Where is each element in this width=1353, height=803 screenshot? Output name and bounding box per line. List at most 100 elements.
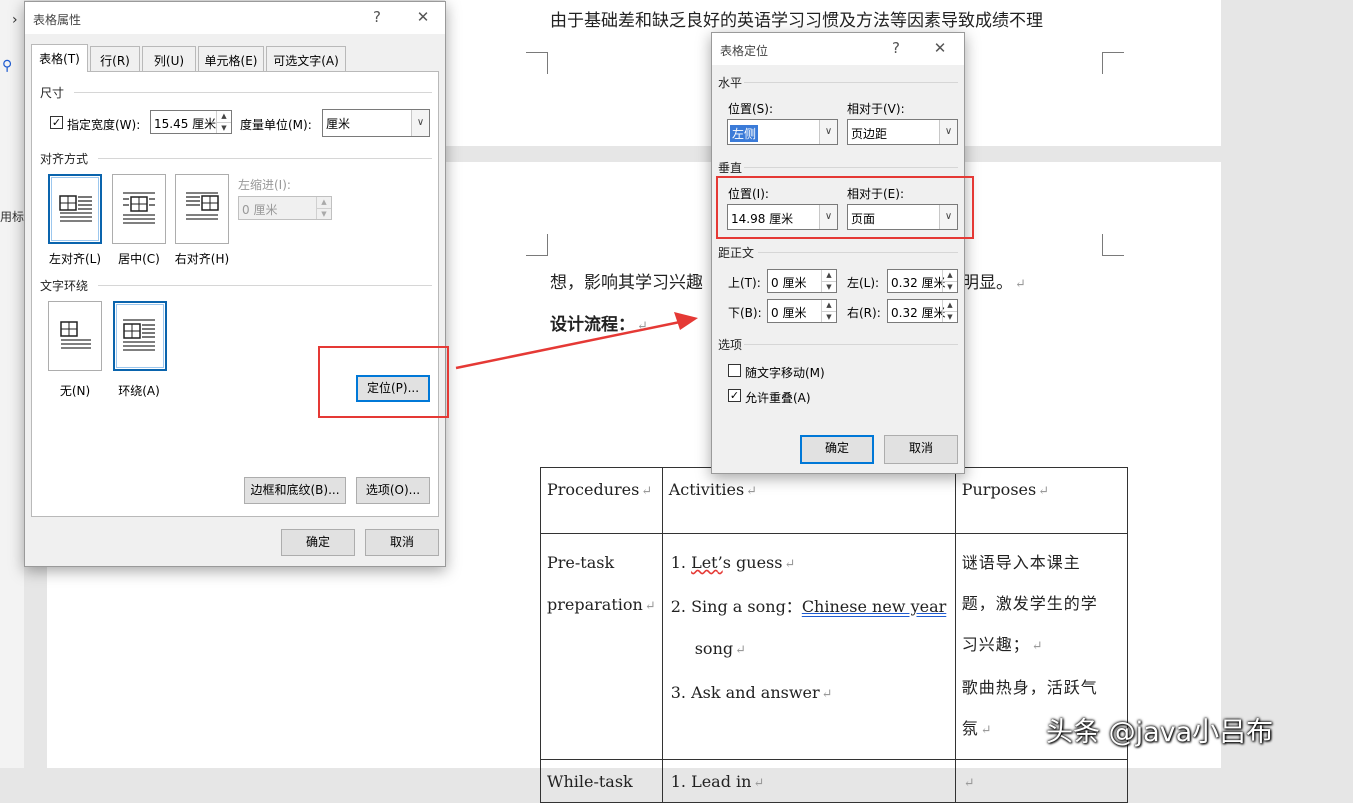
align-left-label: 左对齐(L) — [48, 252, 102, 266]
dialog-title-bar[interactable]: 表格定位 ? ✕ — [712, 33, 964, 65]
align-center-option[interactable] — [112, 174, 166, 244]
crop-mark — [1102, 234, 1124, 256]
size-section-label: 尺寸 — [40, 86, 65, 100]
vertical-section-label: 垂直 — [718, 161, 743, 175]
measure-select[interactable]: 厘米 ∨ — [322, 109, 430, 137]
allow-overlap-label[interactable]: 允许重叠(A) — [745, 389, 811, 406]
bottom-distance-spinner[interactable]: 0 厘米 ▲ ▼ — [767, 299, 837, 323]
dialog-title-bar[interactable]: 表格属性 ? ✕ — [25, 2, 445, 34]
wrap-around-label: 环绕(A) — [118, 384, 160, 398]
close-icon[interactable]: ✕ — [413, 8, 433, 26]
divider — [744, 344, 958, 345]
divider — [758, 252, 958, 253]
ok-button[interactable]: 确定 — [800, 435, 874, 464]
align-left-option[interactable] — [48, 174, 102, 244]
divider — [744, 167, 958, 168]
tab-strip: 表格(T) 行(R) 列(U) 单元格(E) 可选文字(A) — [31, 44, 441, 74]
chevron-down-icon[interactable]: ∨ — [819, 120, 837, 144]
cancel-button[interactable]: 取消 — [365, 529, 439, 556]
bottom-distance-label: 下(B): — [728, 306, 762, 320]
close-icon[interactable]: ✕ — [930, 39, 950, 57]
borders-and-shading-button[interactable]: 边框和底纹(B)... — [244, 477, 346, 504]
table-cell: ↵ — [954, 759, 1128, 803]
allow-overlap-checkbox[interactable]: ✓ — [728, 389, 741, 402]
align-left-icon — [59, 195, 92, 222]
left-ruler-strip — [0, 0, 24, 768]
spinner-arrows[interactable]: ▲ ▼ — [821, 270, 836, 292]
spinner-arrows[interactable]: ▲ ▼ — [942, 300, 957, 322]
width-value: 15.45 厘米 — [154, 117, 217, 131]
align-center-icon — [123, 192, 155, 224]
preferred-width-label: 指定宽度(W): — [67, 118, 141, 132]
divider — [74, 92, 432, 93]
h-relative-value: 页边距 — [851, 127, 888, 141]
document-line-1: 由于基础差和缺乏良好的英语学习习惯及方法等因素导致成绩不理 — [550, 11, 1043, 31]
align-right-icon — [186, 192, 219, 220]
chevron-down-icon[interactable]: ∨ — [411, 110, 429, 136]
tab-table[interactable]: 表格(T) — [31, 44, 88, 72]
crop-mark — [526, 52, 548, 74]
help-icon[interactable]: ? — [886, 39, 906, 57]
cancel-button[interactable]: 取消 — [884, 435, 958, 464]
table-header-cell: Activities ↵ — [661, 467, 956, 534]
vertical-position-highlight-box — [716, 176, 974, 239]
wrap-around-icon — [123, 319, 155, 351]
alignment-section-label: 对齐方式 — [40, 152, 89, 166]
table-cell: 1. Let’s guess ↵ 2. Sing a song：Chinese n… — [661, 533, 956, 760]
right-distance-spinner[interactable]: 0.32 厘米 ▲ ▼ — [887, 299, 958, 323]
table-positioning-dialog: 表格定位 ? ✕ 水平 位置(S): 相对于(V): 左侧 ∨ 页边距 ∨ 垂直… — [711, 32, 965, 474]
table-cell: While-task — [540, 759, 663, 803]
indent-spinner: 0 厘米 ▲ ▼ — [238, 196, 332, 220]
spinner-arrows[interactable]: ▲ ▼ — [216, 111, 231, 133]
tab-row[interactable]: 行(R) — [90, 46, 140, 72]
spinner-arrows[interactable]: ▲ ▼ — [942, 270, 957, 292]
right-distance-value: 0.32 厘米 — [891, 306, 946, 320]
left-page-strip — [47, 566, 430, 768]
wrap-around-option[interactable] — [113, 301, 167, 371]
bottom-distance-value: 0 厘米 — [771, 306, 807, 320]
distance-section-label: 距正文 — [718, 246, 755, 260]
options-button[interactable]: 选项(O)... — [356, 477, 430, 504]
positioning-highlight-box — [318, 346, 449, 418]
h-position-label: 位置(S): — [728, 102, 774, 116]
ok-button[interactable]: 确定 — [281, 529, 355, 556]
top-distance-value: 0 厘米 — [771, 276, 807, 290]
h-position-select[interactable]: 左侧 ∨ — [727, 119, 838, 145]
toolbar-chevron-icon[interactable]: › — [12, 12, 18, 28]
wrap-none-label: 无(N) — [59, 384, 91, 398]
spinner-arrows[interactable]: ▲ ▼ — [821, 300, 836, 322]
indent-value: 0 厘米 — [242, 203, 278, 217]
preferred-width-checkbox[interactable]: ✓ — [50, 116, 63, 129]
move-with-text-label[interactable]: 随文字移动(M) — [745, 364, 825, 381]
table-row: Pre-task preparation ↵ 1. Let’s guess ↵ 2.… — [540, 533, 1128, 760]
wrap-section-label: 文字环绕 — [40, 279, 89, 293]
crop-mark — [526, 234, 548, 256]
tab-cell[interactable]: 单元格(E) — [198, 46, 264, 72]
options-section-label: 选项 — [718, 338, 743, 352]
top-distance-spinner[interactable]: 0 厘米 ▲ ▼ — [767, 269, 837, 293]
table-header-cell: Purposes ↵ — [954, 467, 1128, 534]
h-position-value: 左侧 — [730, 125, 759, 142]
align-right-option[interactable] — [175, 174, 229, 244]
table-row: Procedures ↵ Activities ↵ Purposes ↵ — [540, 467, 1128, 534]
chevron-down-icon[interactable]: ∨ — [939, 120, 957, 144]
h-relative-select[interactable]: 页边距 ∨ — [847, 119, 958, 145]
dialog-title: 表格定位 — [720, 44, 769, 58]
table-properties-dialog: 表格属性 ? ✕ 表格(T) 行(R) 列(U) 单元格(E) 可选文字(A) … — [24, 1, 446, 567]
search-icon[interactable]: ⚲ — [2, 58, 12, 74]
move-with-text-checkbox[interactable] — [728, 364, 741, 377]
document-line-2-left: 想，影响其学习兴趣 — [550, 273, 703, 293]
divider — [98, 285, 432, 286]
wrap-none-icon — [60, 321, 91, 349]
procedures-table: Procedures ↵ Activities ↵ Purposes ↵ Pre-ta… — [540, 467, 1128, 803]
watermark: 头条 @java小吕布 — [1046, 717, 1274, 748]
tab-alt-text[interactable]: 可选文字(A) — [266, 46, 346, 72]
help-icon[interactable]: ? — [367, 8, 387, 26]
width-spinner[interactable]: 15.45 厘米 ▲ ▼ — [150, 110, 232, 134]
document-line-2-right: 明显。 ↵ — [962, 273, 1026, 293]
wrap-none-option[interactable] — [48, 301, 102, 371]
tab-column[interactable]: 列(U) — [142, 46, 196, 72]
divider — [744, 82, 958, 83]
table-header-cell: Procedures ↵ — [540, 467, 663, 534]
left-distance-spinner[interactable]: 0.32 厘米 ▲ ▼ — [887, 269, 958, 293]
